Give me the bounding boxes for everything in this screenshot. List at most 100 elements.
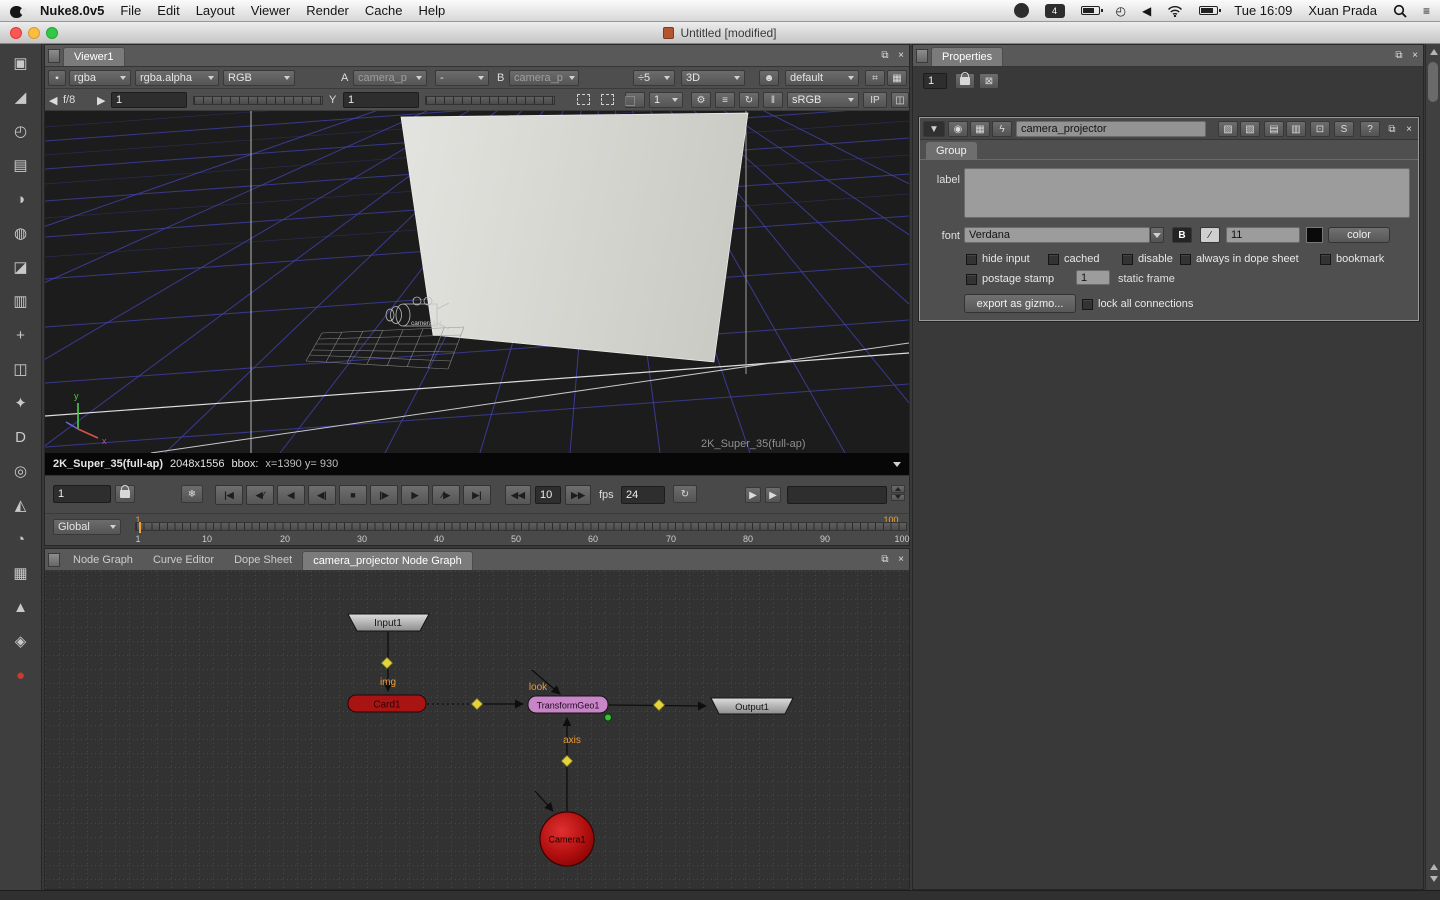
gamma-field[interactable]: 1	[343, 92, 419, 108]
hide-input-checkbox[interactable]: hide input	[966, 252, 1030, 266]
apple-menu-icon[interactable]	[10, 3, 27, 19]
store-b-icon[interactable]: ▧	[1240, 121, 1260, 137]
toolbar-particles-icon[interactable]: ✦	[0, 386, 41, 420]
float-node-panel-icon[interactable]: ⧉	[1384, 121, 1400, 137]
menubar-clock[interactable]: Tue 16:09	[1234, 3, 1292, 18]
font-color-swatch[interactable]	[1306, 227, 1323, 243]
toolbar-metadata-icon[interactable]: ◭	[0, 488, 41, 522]
script-icon[interactable]: S	[1334, 121, 1354, 137]
node-card1[interactable]: Card1	[347, 694, 427, 713]
crop-icon[interactable]: ⌗	[865, 70, 885, 86]
input-b-dropdown[interactable]: camera_p	[509, 70, 579, 86]
max-panels-field[interactable]: 1	[923, 73, 947, 89]
float-panel-icon[interactable]: ⧉	[877, 45, 893, 66]
scroll-down-icon[interactable]	[1430, 876, 1438, 882]
timeline-slider[interactable]	[135, 522, 907, 533]
gamma-slider[interactable]	[425, 96, 555, 105]
postage-stamp-icon[interactable]: ▦	[970, 121, 990, 137]
fps-field[interactable]: 24	[621, 486, 665, 504]
menubar-user[interactable]: Xuan Prada	[1308, 3, 1377, 18]
tab-node-graph[interactable]: Node Graph	[63, 549, 143, 570]
tab-properties[interactable]: Properties	[931, 47, 1004, 66]
tab-dope-sheet[interactable]: Dope Sheet	[224, 549, 302, 570]
time-machine-icon[interactable]: ◴	[1116, 3, 1126, 19]
close-panel-icon[interactable]: ×	[893, 45, 909, 66]
node-graph-svg[interactable]: Input1 img Card1 look TransformGeo1 Outp…	[45, 571, 909, 889]
help-icon[interactable]: ?	[1360, 121, 1380, 137]
toolbar-color-icon[interactable]: ◑	[0, 182, 41, 216]
go-end-button[interactable]: ▶|	[463, 485, 491, 505]
window-titlebar[interactable]: Untitled [modified]	[0, 22, 1440, 44]
menu-render[interactable]: Render	[306, 3, 349, 18]
frame-range-dropdown[interactable]: Global	[53, 519, 121, 535]
tab-viewer1[interactable]: Viewer1	[63, 47, 125, 66]
bold-button[interactable]: B	[1172, 227, 1192, 243]
guides-icon[interactable]: ▦	[887, 70, 907, 86]
pixel-sample-icon[interactable]: ▪	[48, 70, 66, 86]
toolbar-views-icon[interactable]: ◎	[0, 454, 41, 488]
loop-mode-icon[interactable]: ↻	[673, 485, 697, 503]
node-camera1[interactable]: Camera1	[539, 811, 595, 867]
toolbar-transform-icon[interactable]: +	[0, 318, 41, 352]
scroll-up2-icon[interactable]	[1430, 864, 1438, 870]
wipe-mode-dropdown[interactable]: -	[435, 70, 489, 86]
layer-dropdown[interactable]: rgba	[69, 70, 131, 86]
frame-hold-icon[interactable]: ❄	[181, 485, 203, 503]
toolbar-image-icon[interactable]: ▣	[0, 46, 41, 80]
toolbar-deep-icon[interactable]: D	[0, 420, 41, 454]
tab-camera-projector-node-graph[interactable]: camera_projector Node Graph	[302, 551, 473, 570]
float-panel-icon[interactable]: ⧉	[1391, 45, 1407, 66]
panel-grip[interactable]	[48, 553, 60, 567]
zoom-window-button[interactable]	[46, 27, 58, 39]
notification-center-icon[interactable]: ≡	[1423, 3, 1430, 19]
menu-layout[interactable]: Layout	[196, 3, 235, 18]
scroll-up-icon[interactable]	[1430, 49, 1438, 55]
timeline-playhead[interactable]	[139, 522, 141, 533]
menu-edit[interactable]: Edit	[157, 3, 179, 18]
battery-icon[interactable]	[1080, 6, 1103, 15]
fstop-next-icon[interactable]: ▶	[97, 92, 105, 108]
downres-dropdown[interactable]: 1	[649, 92, 683, 108]
prev-keyframe-button[interactable]: ◀⁄	[246, 485, 274, 505]
document-proxy-icon[interactable]	[663, 26, 675, 39]
format-box-icon[interactable]	[601, 94, 614, 105]
layout-icon[interactable]: ◫	[891, 92, 909, 108]
expression-icon[interactable]: ϟ	[992, 121, 1012, 137]
toolbar-3d-icon[interactable]: ◫	[0, 352, 41, 386]
cached-checkbox[interactable]: cached	[1048, 252, 1099, 266]
minimize-window-button[interactable]	[28, 27, 40, 39]
view-mode-dropdown[interactable]: 3D	[681, 70, 745, 86]
render-icon[interactable]: ▶	[765, 487, 781, 503]
viewport-canvas[interactable]: camera1_f y x 2K_Super_35(full-ap)	[0, 30, 1440, 522]
frame-increment-field[interactable]: 10	[535, 486, 561, 504]
toolbar-plugins-icon[interactable]: ◈	[0, 624, 41, 658]
monitor-out-icon[interactable]: ⃞	[625, 92, 645, 108]
next-keyframe-button[interactable]: ⁄▶	[432, 485, 460, 505]
battery-level-icon[interactable]	[1199, 6, 1222, 15]
bookmark-checkbox[interactable]: bookmark	[1320, 252, 1384, 266]
status-badge-icon[interactable]	[1013, 3, 1029, 18]
spotlight-icon[interactable]	[1393, 3, 1407, 19]
menu-help[interactable]: Help	[418, 3, 445, 18]
play-button[interactable]: ▶	[401, 485, 429, 505]
roi-icon[interactable]	[577, 94, 590, 105]
panel-grip[interactable]	[916, 49, 928, 63]
step-back-button[interactable]: ◀|	[308, 485, 336, 505]
menu-file[interactable]: File	[120, 3, 141, 18]
display-channels-dropdown[interactable]: RGB	[223, 70, 295, 86]
postage-stamp-checkbox[interactable]: postage stamp	[966, 272, 1054, 286]
close-window-button[interactable]	[10, 27, 22, 39]
toolbar-other-icon[interactable]: ▦	[0, 556, 41, 590]
fstop-label[interactable]: f/8	[63, 92, 75, 108]
font-size-field[interactable]: 11	[1226, 227, 1300, 243]
node-input1[interactable]: Input1	[347, 613, 430, 632]
dope-sheet-checkbox[interactable]: always in dope sheet	[1180, 252, 1299, 266]
store-a-icon[interactable]: ▨	[1218, 121, 1238, 137]
cache-stepper[interactable]	[891, 485, 905, 501]
flipbook-icon[interactable]: ▶	[745, 487, 761, 503]
center-node-icon[interactable]: ◉	[948, 121, 968, 137]
float-panel-icon[interactable]: ⧉	[877, 549, 893, 570]
toolbar-filter-icon[interactable]: ◍	[0, 216, 41, 250]
play-backward-button[interactable]: ◀	[277, 485, 305, 505]
toolbar-furnace-icon[interactable]: ▲	[0, 590, 41, 624]
